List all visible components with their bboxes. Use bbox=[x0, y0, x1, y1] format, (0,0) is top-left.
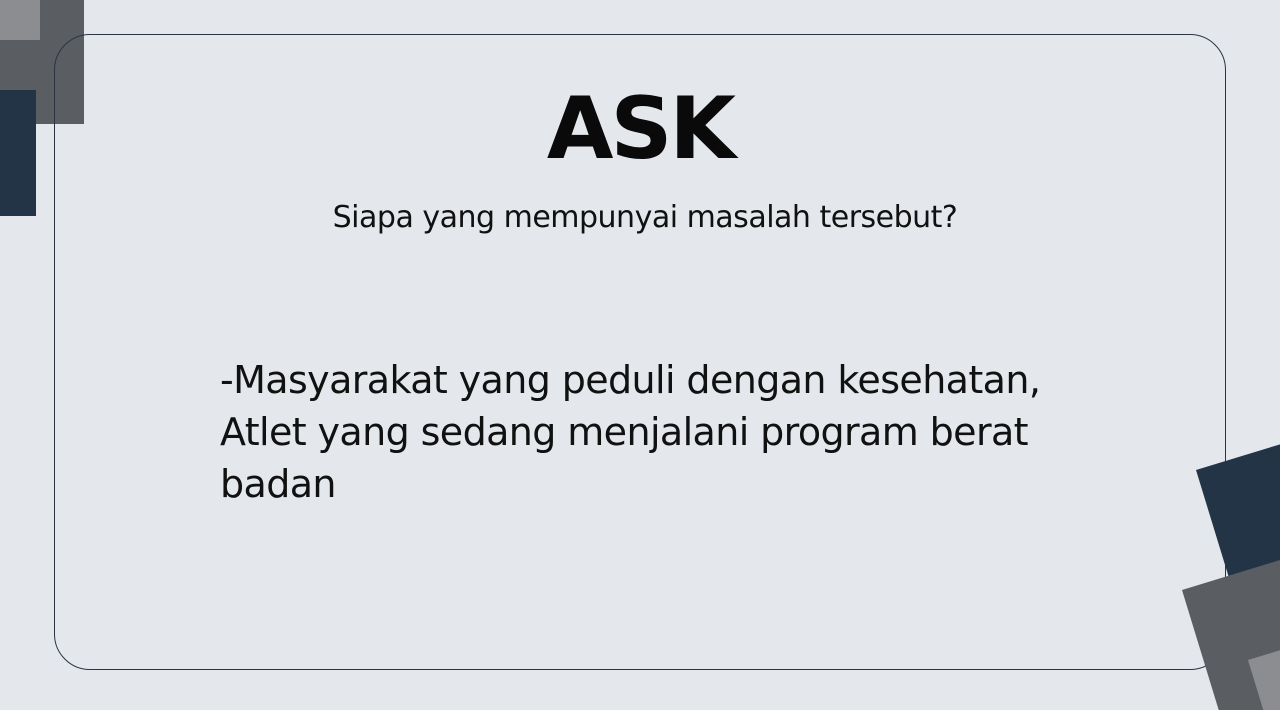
answer-text: -Masyarakat yang peduli dengan kesehatan… bbox=[220, 354, 1080, 510]
answer-line: Atlet yang sedang menjalani program bera… bbox=[220, 410, 1029, 454]
slide-subtitle: Siapa yang mempunyai masalah tersebut? bbox=[332, 200, 958, 235]
answer-line: -Masyarakat yang peduli dengan kesehatan… bbox=[220, 358, 1041, 402]
answer-line: badan bbox=[220, 462, 337, 506]
slide: ASK Siapa yang mempunyai masalah tersebu… bbox=[0, 0, 1280, 710]
slide-title: ASK bbox=[546, 79, 736, 179]
decorative-light-square-top-left bbox=[0, 0, 40, 40]
